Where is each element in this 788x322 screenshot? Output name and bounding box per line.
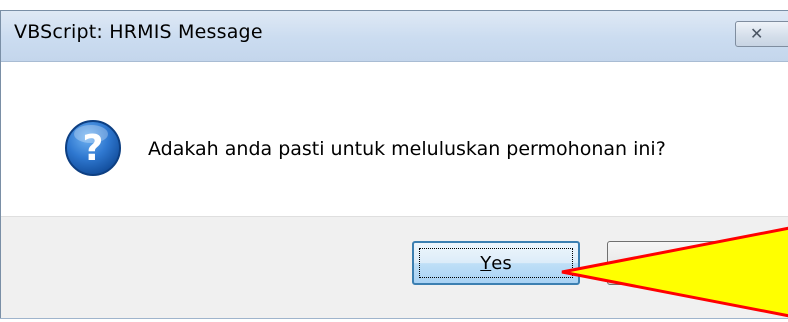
close-button[interactable]: ✕ — [735, 21, 788, 47]
message-dialog: VBScript: HRMIS Message ✕ ? Adakah anda … — [0, 10, 788, 320]
question-icon: ? — [65, 120, 121, 176]
dialog-content: ? Adakah anda pasti untuk meluluskan per… — [1, 62, 788, 216]
top-strip — [0, 0, 788, 10]
dialog-message: Adakah anda pasti untuk meluluskan permo… — [148, 138, 666, 160]
yes-button-focus-ring: Yes — [419, 248, 573, 278]
close-icon: ✕ — [750, 24, 764, 43]
no-button[interactable]: No — [607, 241, 788, 285]
yes-button[interactable]: Yes — [412, 241, 580, 285]
no-mnemonic: N — [689, 252, 704, 274]
yes-label-rest: es — [491, 252, 512, 274]
svg-text:?: ? — [83, 128, 104, 169]
button-bar: Yes No — [1, 216, 788, 320]
bottom-edge — [0, 318, 788, 322]
dialog-title: VBScript: HRMIS Message — [14, 21, 263, 43]
no-label-rest: o — [703, 252, 715, 274]
screenshot-stage: VBScript: HRMIS Message ✕ ? Adakah anda … — [0, 0, 788, 322]
no-button-label: No — [608, 242, 788, 284]
title-bar[interactable]: VBScript: HRMIS Message ✕ — [1, 11, 788, 62]
yes-mnemonic: Y — [480, 252, 492, 274]
